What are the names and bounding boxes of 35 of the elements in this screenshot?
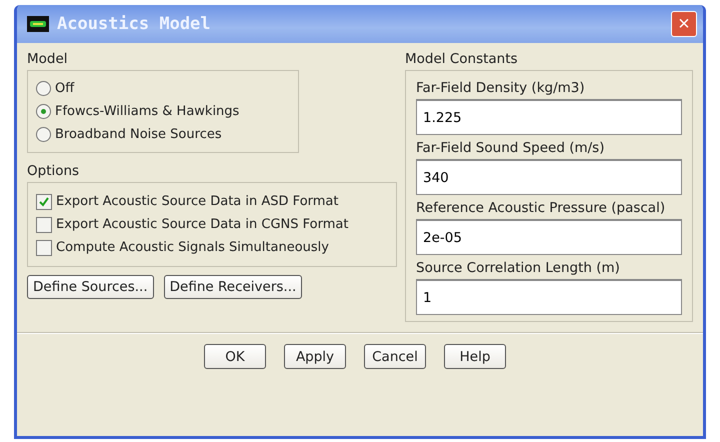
radio-option[interactable]: Off [36, 77, 290, 100]
field-label: Reference Acoustic Pressure (pascal) [416, 200, 666, 216]
group-label: Options [27, 163, 80, 179]
group-label: Model Constants [405, 51, 519, 67]
checkbox[interactable] [36, 194, 52, 210]
checkbox[interactable] [36, 240, 52, 256]
dialog-button[interactable]: OK [204, 344, 266, 369]
radio-button[interactable] [36, 127, 51, 142]
input-field[interactable]: 2e-05 [416, 219, 682, 255]
field-label: Far-Field Sound Speed (m/s) [416, 140, 606, 156]
close-button[interactable]: × [671, 11, 697, 37]
option-label: Off [55, 81, 74, 96]
radio-option[interactable]: Broadband Noise Sources [36, 123, 290, 146]
dialog-button[interactable]: Help [444, 344, 506, 369]
define-button[interactable]: Define Receivers... [164, 275, 302, 299]
radio-option[interactable]: Ffowcs-Williams & Hawkings [36, 100, 290, 123]
option-label: Ffowcs-Williams & Hawkings [55, 104, 240, 119]
window-title: Acoustics Model [57, 14, 212, 34]
field-label: Far-Field Density (kg/m3) [416, 80, 586, 96]
define-button[interactable]: Define Sources... [27, 275, 154, 299]
input-field[interactable]: 1 [416, 279, 682, 315]
option-label: Export Acoustic Source Data in CGNS Format [56, 217, 348, 232]
dialog-button[interactable]: Cancel [364, 344, 426, 369]
field-label: Source Correlation Length (m) [416, 260, 621, 276]
group-label: Model [27, 51, 69, 67]
radio-button[interactable] [36, 81, 51, 96]
option-label: Broadband Noise Sources [55, 127, 222, 142]
dialog-button[interactable]: Apply [284, 344, 346, 369]
input-field[interactable]: 1.225 [416, 99, 682, 135]
app-icon [27, 16, 49, 32]
checkbox[interactable] [36, 216, 52, 232]
input-field[interactable]: 340 [416, 159, 682, 195]
radio-button[interactable] [36, 104, 51, 119]
option-label: Export Acoustic Source Data in ASD Format [56, 194, 338, 209]
option-label: Compute Acoustic Signals Simultaneously [56, 240, 329, 255]
